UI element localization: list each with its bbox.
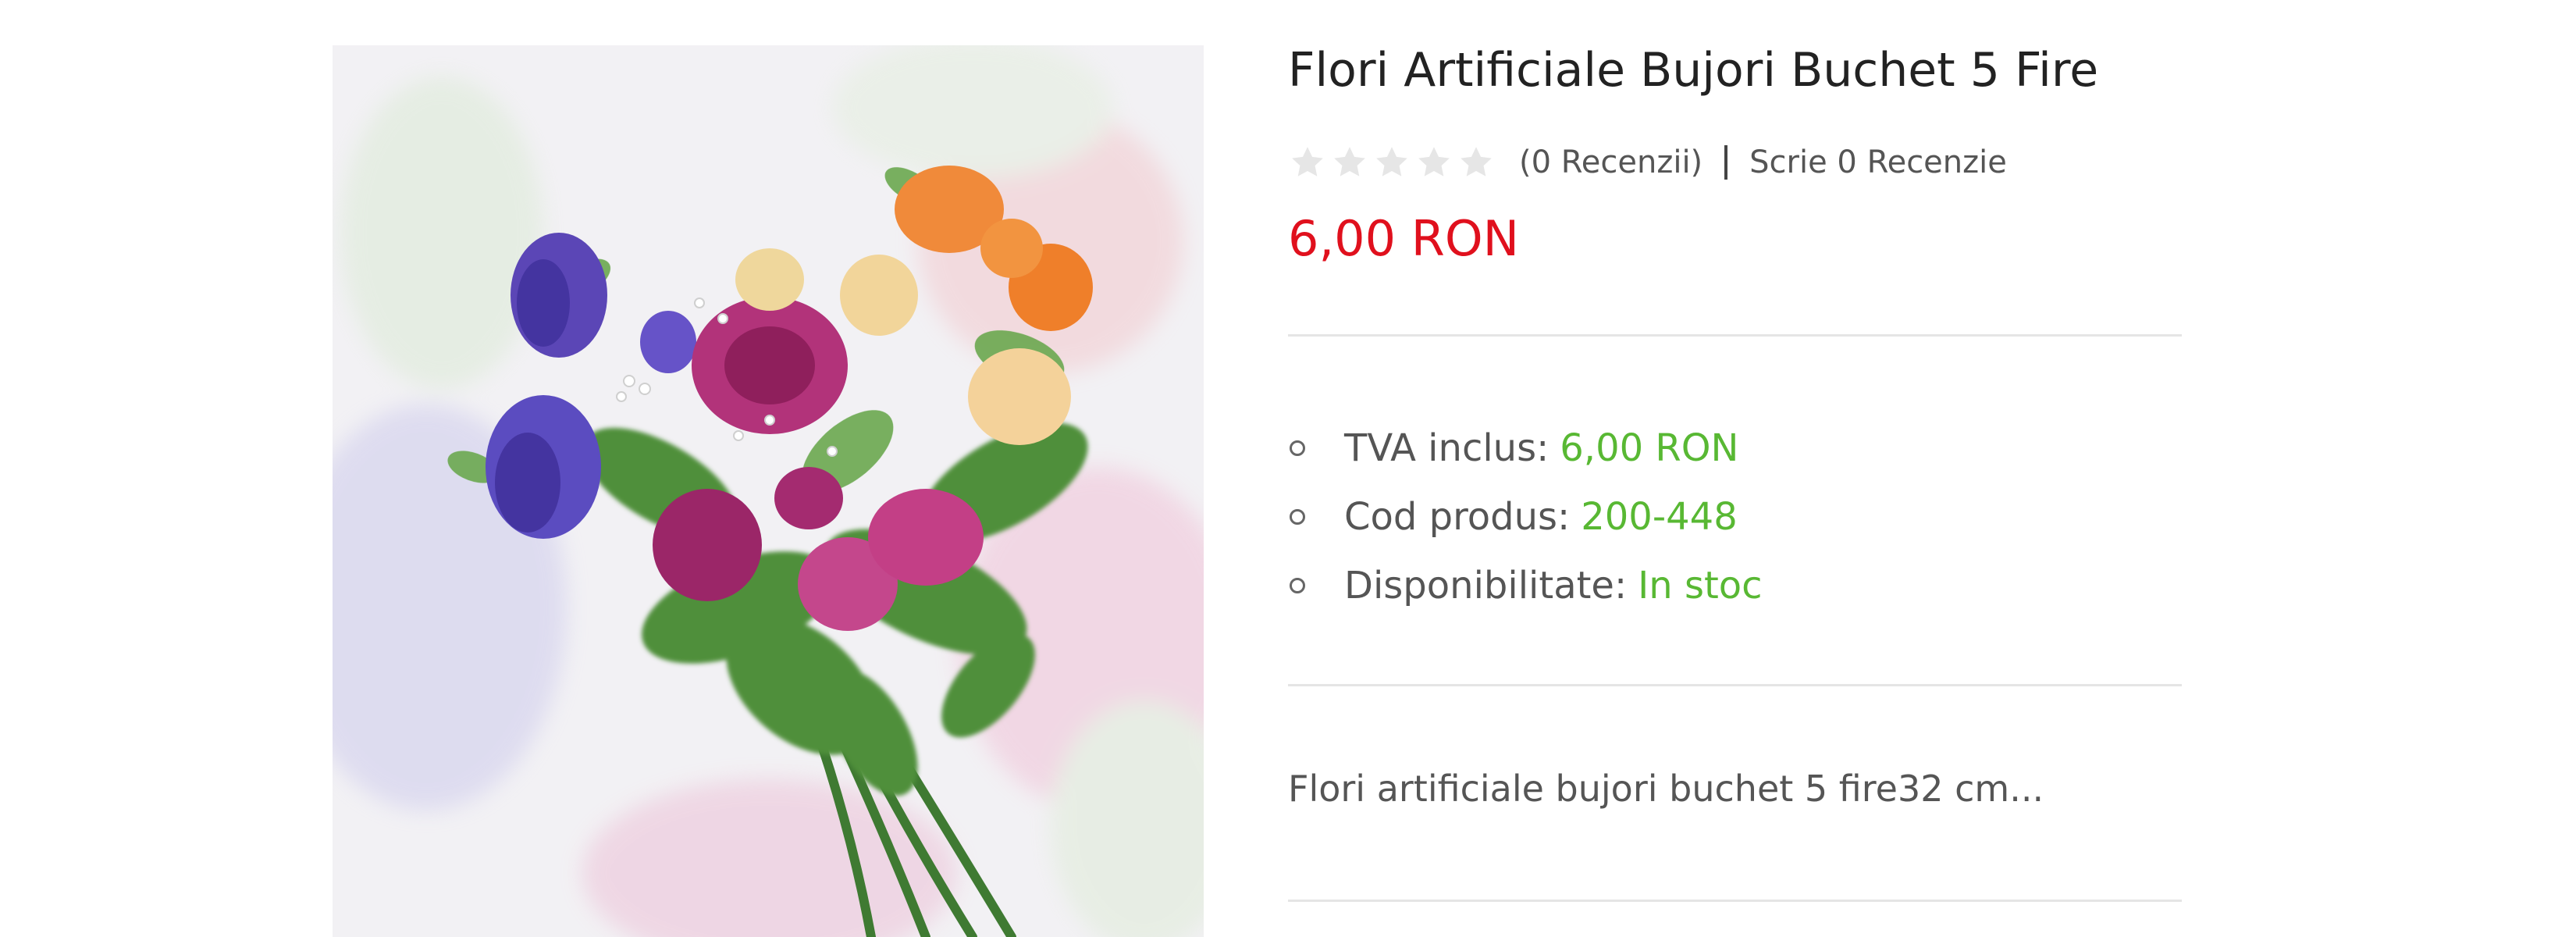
spec-value: 200-448 <box>1581 495 1738 539</box>
bullet-icon <box>1290 578 1305 593</box>
rating-stars <box>1288 143 1496 182</box>
star-icon <box>1457 143 1496 182</box>
product-price: 6,00 RON <box>1288 210 1520 267</box>
product-image[interactable] <box>333 45 1204 937</box>
rating-row: (0 Recenzii) Scrie 0 Recenzie <box>1288 141 2007 184</box>
spec-value: In stoc <box>1638 564 1763 607</box>
rating-separator <box>1724 145 1728 180</box>
bouquet-illustration <box>333 45 1204 937</box>
product-info-panel: Flori Artificiale Bujori Buchet 5 Fire (… <box>1288 0 2182 937</box>
star-icon <box>1372 143 1411 182</box>
divider <box>1288 900 2182 902</box>
star-icon <box>1288 143 1327 182</box>
star-icon <box>1414 143 1453 182</box>
product-specs-list: TVA inclus: 6,00 RON Cod produs: 200-448… <box>1288 414 1763 620</box>
write-review-link[interactable]: Scrie 0 Recenzie <box>1749 144 2007 180</box>
divider <box>1288 684 2182 686</box>
spec-label: Cod produs: <box>1344 495 1571 539</box>
spec-item-product-code: Cod produs: 200-448 <box>1288 483 1763 551</box>
bullet-icon <box>1290 440 1305 456</box>
spec-value: 6,00 RON <box>1560 426 1739 470</box>
spec-label: TVA inclus: <box>1344 426 1550 470</box>
spec-item-availability: Disponibilitate: In stoc <box>1288 551 1763 620</box>
product-title: Flori Artificiale Bujori Buchet 5 Fire <box>1288 43 2099 98</box>
spec-item-tva: TVA inclus: 6,00 RON <box>1288 414 1763 483</box>
product-short-description: Flori artificiale bujori buchet 5 fire32… <box>1288 768 2044 810</box>
star-icon <box>1330 143 1369 182</box>
bullet-icon <box>1290 509 1305 525</box>
divider <box>1288 334 2182 337</box>
reviews-count-link[interactable]: (0 Recenzii) <box>1519 144 1703 180</box>
spec-label: Disponibilitate: <box>1344 564 1628 607</box>
